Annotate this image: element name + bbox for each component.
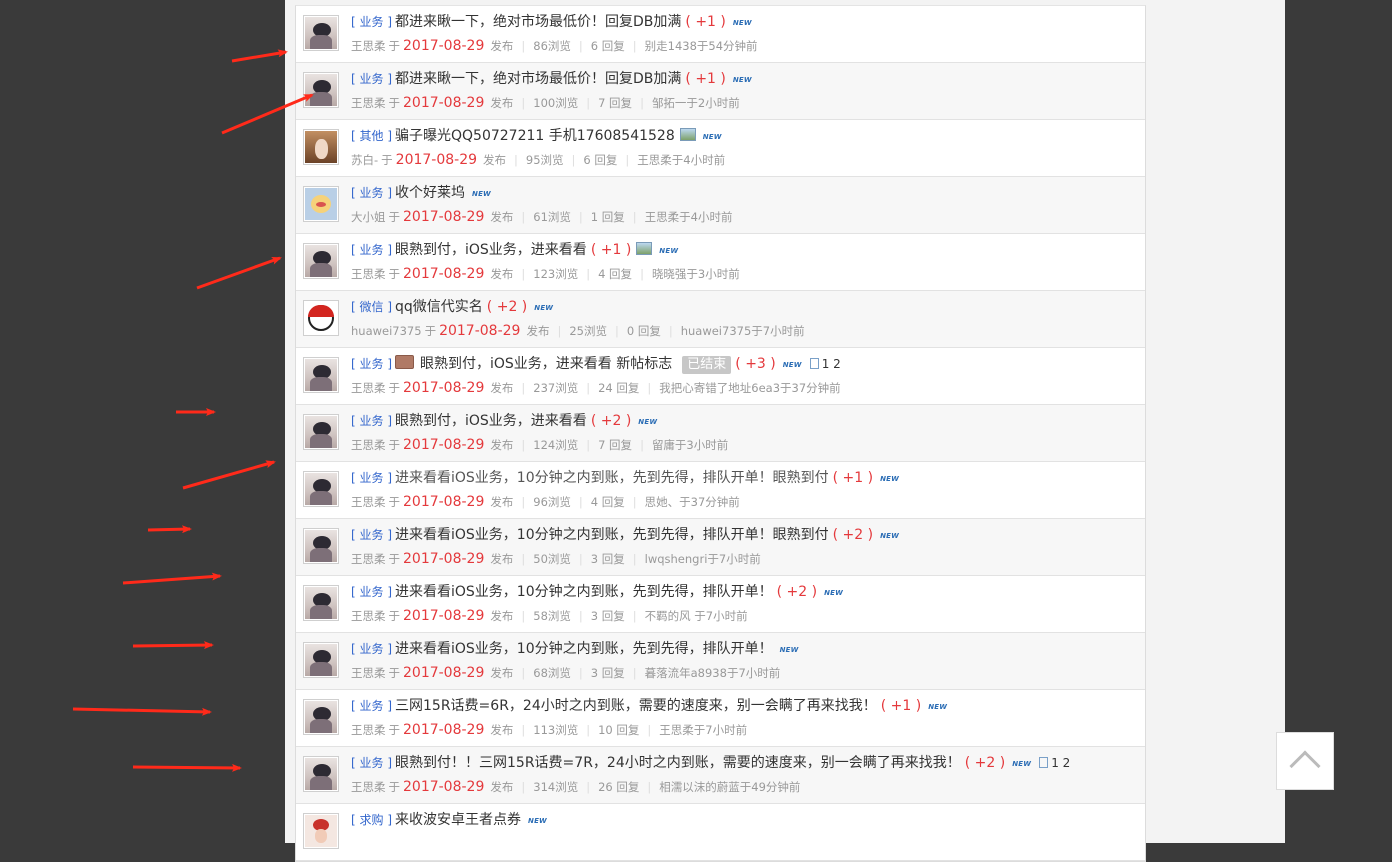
annotation-arrow (182, 460, 276, 490)
annotation-arrows (72, 49, 314, 772)
annotation-arrow (122, 572, 222, 585)
annotation-arrow (196, 256, 282, 290)
annotation-arrow (221, 93, 314, 135)
back-to-top-button[interactable] (1276, 732, 1334, 790)
annotation-arrow (132, 641, 214, 650)
annotation-arrow (147, 525, 192, 534)
annotation-arrow (72, 707, 212, 716)
chevron-up-icon (1289, 750, 1321, 782)
annotation-arrow (132, 763, 242, 772)
annotation-arrow (231, 49, 288, 63)
